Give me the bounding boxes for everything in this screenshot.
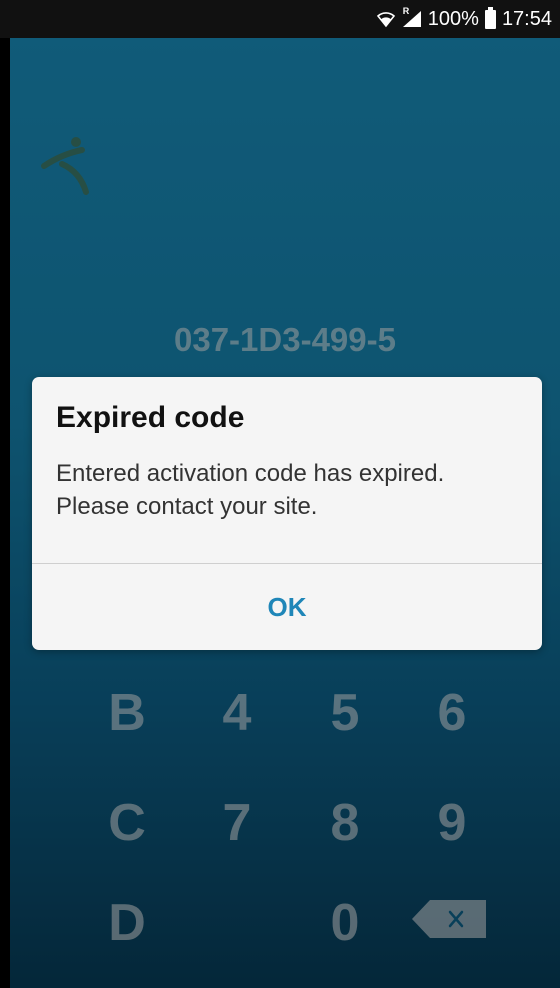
signal-icon: R	[402, 6, 422, 28]
phone-screen: R 100% 17:54 037-1D3-499-5 B 4 5 6 C 7 8…	[0, 0, 560, 988]
status-time: 17:54	[501, 7, 552, 30]
dialog-message-line-2: Please contact your site.	[56, 493, 318, 520]
ok-button[interactable]: OK	[32, 564, 542, 650]
dialog-message-line-1: Entered activation code has expired.	[56, 460, 445, 487]
battery-percent: 100%	[427, 7, 479, 30]
signal-badge: R	[402, 6, 410, 16]
expired-code-dialog: Expired code Entered activation code has…	[32, 377, 542, 650]
battery-icon	[484, 6, 496, 29]
dialog-message: Entered activation code has expired. Ple…	[56, 457, 526, 523]
status-bar: R 100% 17:54	[0, 0, 560, 38]
dialog-title: Expired code	[56, 401, 245, 434]
wifi-icon	[376, 10, 396, 28]
